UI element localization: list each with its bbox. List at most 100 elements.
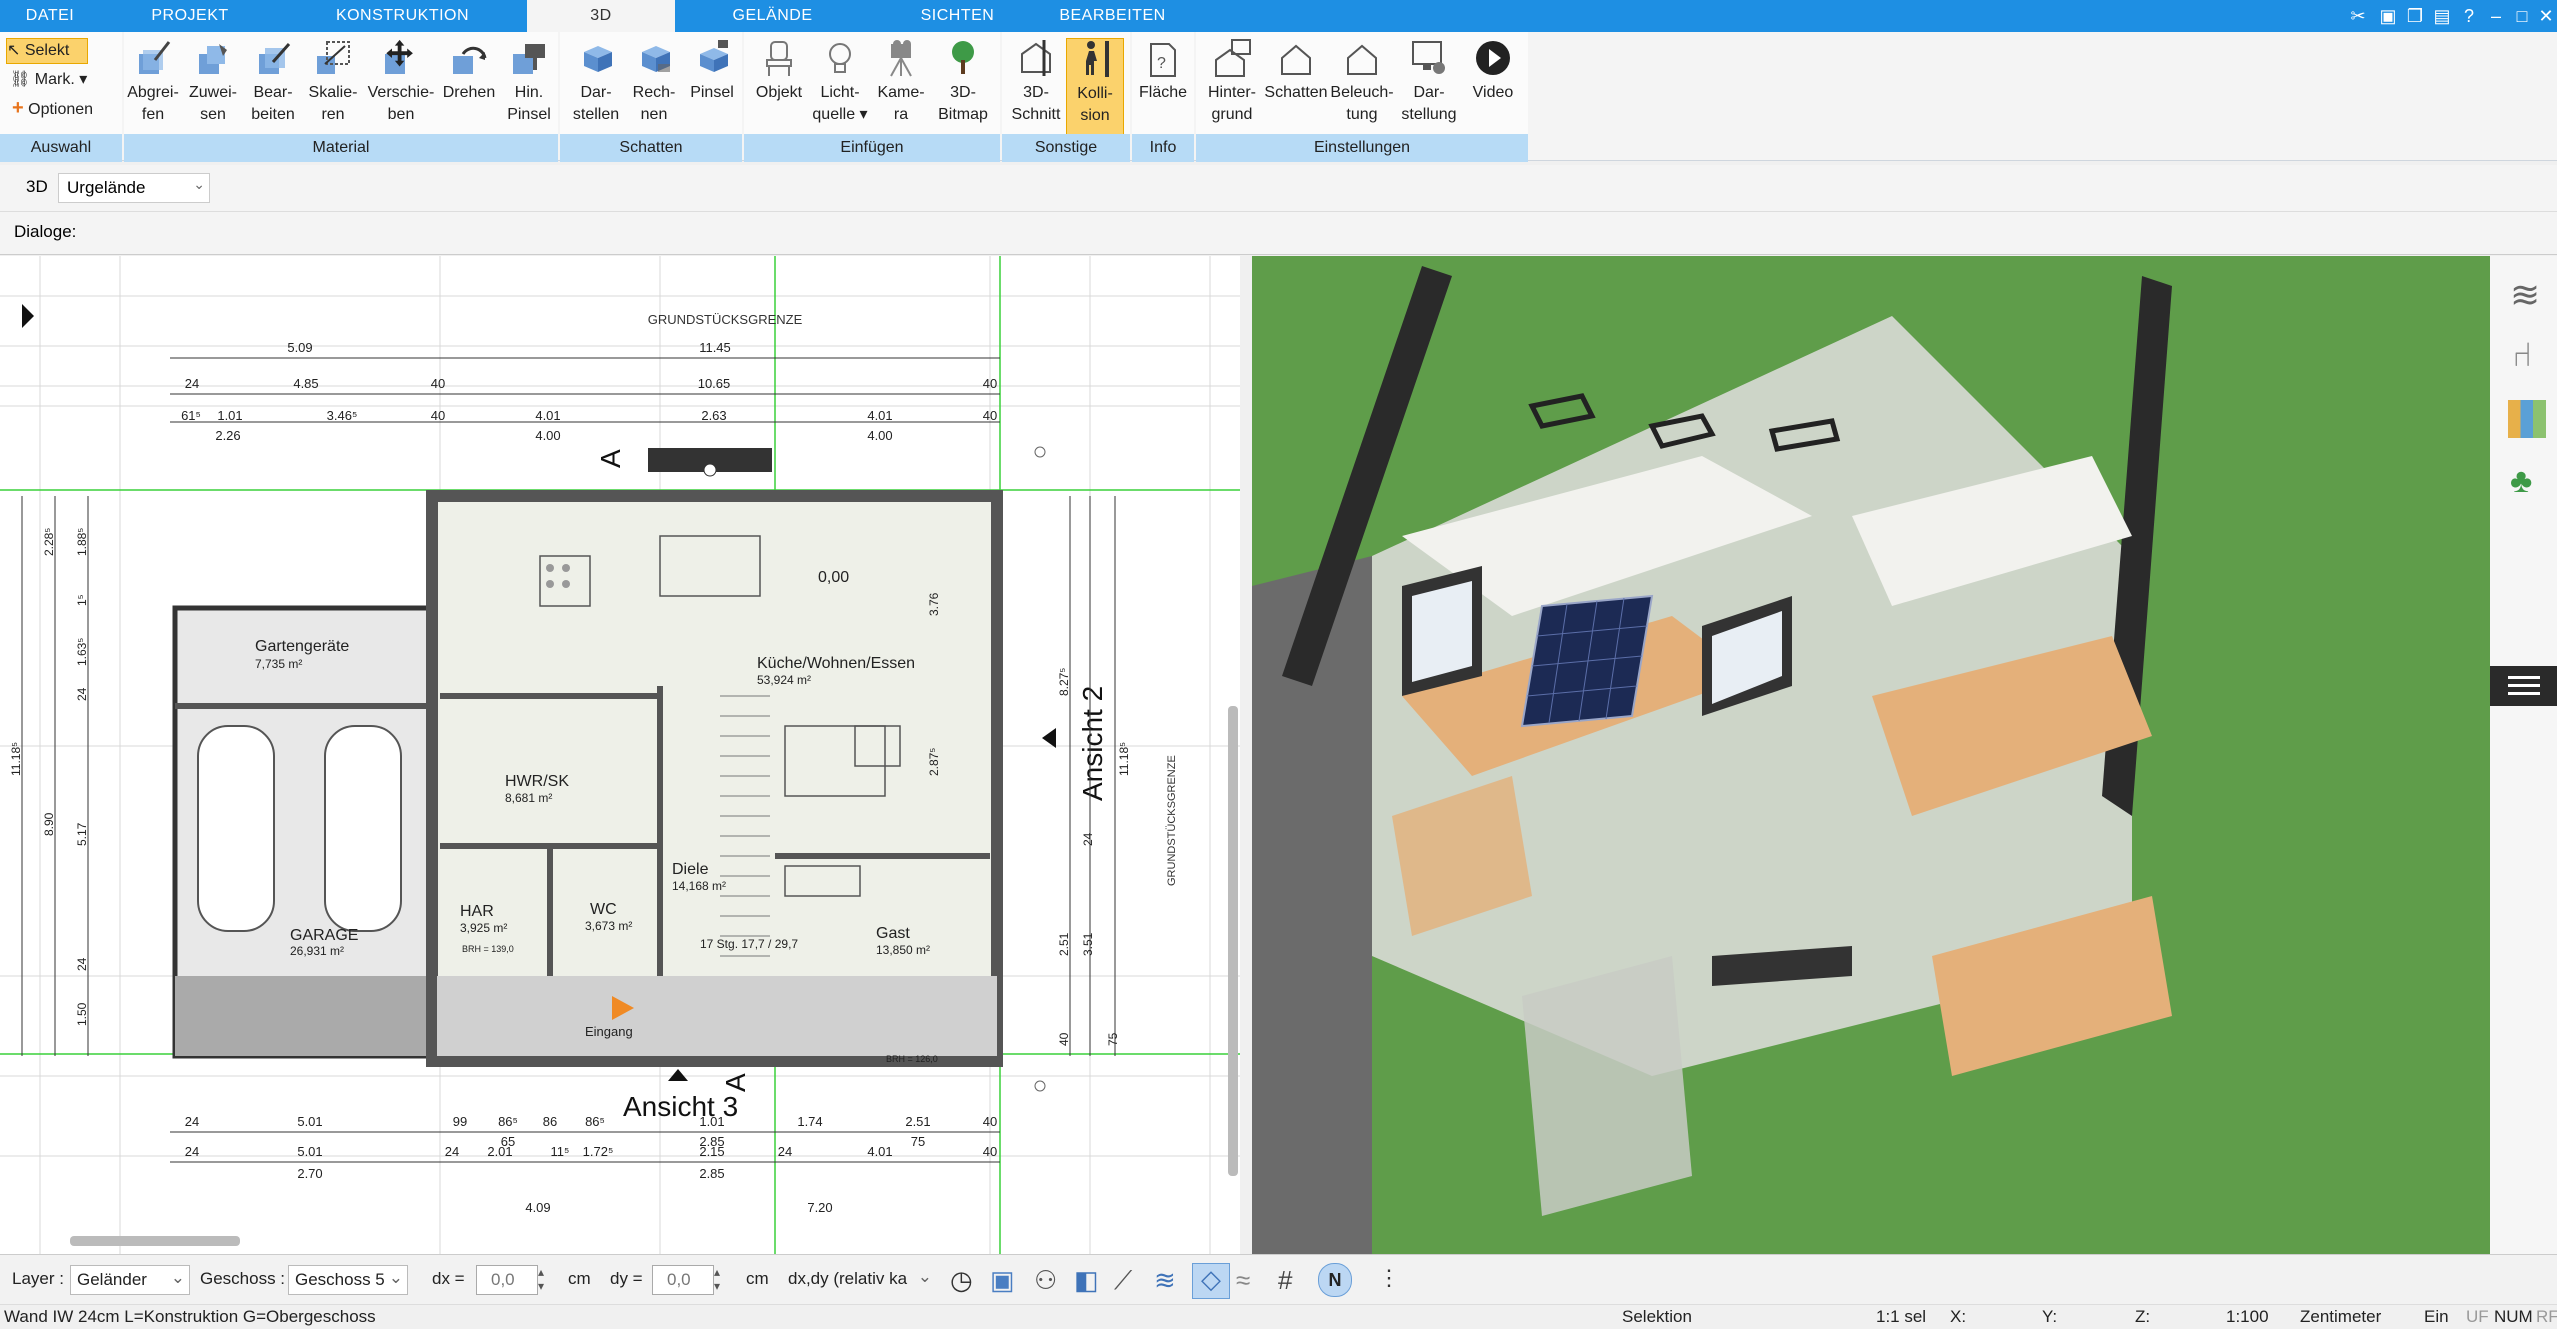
3d-section-button[interactable]: 3D- Schnitt — [1006, 38, 1066, 138]
dim-left: 2.28⁵ — [42, 528, 56, 556]
options-button[interactable]: + Optionen — [12, 96, 93, 120]
dim-top: 24 — [185, 376, 199, 391]
room-name: WC — [590, 901, 617, 918]
section-cut-icon — [1021, 40, 1051, 76]
video-button[interactable]: Video — [1464, 38, 1522, 138]
vertical-scrollbar[interactable] — [1228, 706, 1238, 1176]
layers-icon[interactable]: ≋ — [2510, 274, 2540, 316]
help-icon[interactable]: ? — [2457, 4, 2481, 28]
dim-left: 1.50 — [75, 1002, 89, 1026]
copy-icon[interactable]: ❐ — [2403, 4, 2427, 28]
layer-dropdown[interactable]: Geländer ⌄ — [70, 1265, 190, 1295]
area-button[interactable]: ? Fläche — [1136, 38, 1190, 138]
tab-datei[interactable]: DATEI — [0, 0, 100, 32]
dim-top: 4.00 — [535, 428, 560, 443]
tab-sichten[interactable]: SICHTEN — [870, 0, 1045, 32]
section-label-bottom: A — [720, 1073, 751, 1092]
ruler-icon[interactable]: ⟋ — [1114, 1265, 1132, 1297]
3d-view[interactable] — [1252, 256, 2490, 1254]
assign-material-button[interactable]: Zuwei-sen — [184, 38, 242, 138]
north-icon[interactable]: N — [1318, 1263, 1352, 1297]
view-2-label: Ansicht 2 — [1077, 686, 1108, 801]
dim-bottom: 2.85 — [699, 1166, 724, 1181]
window-icon[interactable]: ▣ — [2376, 4, 2400, 28]
calc-shadow-button[interactable]: Rech-nen — [626, 38, 682, 138]
lightbulb-icon — [829, 43, 851, 73]
status-uf: UF — [2466, 1307, 2489, 1326]
section-label-top: A — [595, 449, 626, 468]
garage-floor — [175, 976, 437, 1056]
shadow-settings-button[interactable]: Schatten — [1264, 38, 1328, 138]
mark-button[interactable]: ⛓ Mark. ▾ — [10, 68, 87, 92]
minimize-icon[interactable]: – — [2484, 4, 2508, 28]
object-button[interactable]: Objekt — [750, 38, 808, 138]
chair-icon[interactable]: ⑁ — [2512, 336, 2532, 375]
shadow-brush-button[interactable]: Pinsel — [684, 38, 740, 138]
dialog-bar: Dialoge: — [0, 212, 2557, 255]
dy-stepper[interactable]: ▴ ▾ — [714, 1265, 720, 1293]
dim-bottom: 99 — [453, 1114, 467, 1129]
camera-button[interactable]: Kame-ra — [872, 38, 930, 138]
plane-icon[interactable]: ◇ — [1192, 1263, 1230, 1299]
close-icon[interactable]: ✕ — [2534, 4, 2557, 28]
grid-icon[interactable]: # — [1278, 1265, 1292, 1296]
collision-button[interactable]: Kolli-sion — [1066, 38, 1124, 140]
3d-bitmap-button[interactable]: 3D- Bitmap — [932, 38, 994, 138]
shadow-brush-icon — [700, 40, 728, 72]
tab-bearbeiten[interactable]: BEARBEITEN — [1045, 0, 1180, 32]
dim-top: 4.01 — [535, 408, 560, 423]
status-mode: Selektion — [1622, 1307, 1692, 1326]
dx-stepper[interactable]: ▴ ▾ — [538, 1265, 544, 1293]
menu-handle[interactable] — [2490, 666, 2557, 706]
camera-icon — [890, 40, 912, 77]
cube-icon[interactable]: ◧ — [1074, 1265, 1099, 1296]
move-material-button[interactable]: Verschie-ben — [364, 38, 438, 138]
people-icon[interactable]: ⚇ — [1034, 1265, 1057, 1296]
dy-label: dy = — [610, 1269, 643, 1288]
expand-arrow-icon[interactable] — [22, 304, 34, 328]
materials-icon[interactable] — [2508, 400, 2546, 438]
dim-bottom: 4.01 — [867, 1144, 892, 1159]
restore-icon[interactable]: □ — [2510, 4, 2534, 28]
dim-left: 24 — [75, 957, 89, 971]
background-button[interactable]: Hinter-grund — [1202, 38, 1262, 138]
monitor-icon[interactable]: ▣ — [990, 1265, 1015, 1296]
tab-gelaende[interactable]: GELÄNDE — [675, 0, 870, 32]
status-x: X: — [1950, 1307, 1967, 1326]
more-icon[interactable]: ⋮ — [1378, 1265, 1400, 1291]
show-shadow-button[interactable]: Dar-stellen — [568, 38, 624, 138]
dy-input[interactable]: 0,0 — [652, 1265, 714, 1295]
tools-icon[interactable]: ✂ — [2346, 4, 2370, 28]
pick-material-button[interactable]: Abgrei-fen — [124, 38, 182, 138]
dx-input[interactable]: 0,0 — [476, 1265, 538, 1295]
edit-material-button[interactable]: Bear-beiten — [244, 38, 302, 138]
tree-icon[interactable]: ♣ — [2510, 462, 2532, 501]
rotate-material-button[interactable]: Drehen — [440, 38, 498, 138]
brush-button[interactable]: Hin. Pinsel — [500, 38, 558, 138]
move-icon — [385, 39, 413, 74]
tab-3d[interactable]: 3D — [527, 0, 675, 32]
dim-top: 5.09 — [287, 340, 312, 355]
group-label-auswahl: Auswahl — [0, 134, 122, 162]
clock-icon[interactable]: ◷ — [950, 1265, 973, 1296]
terrain-dropdown[interactable]: Urgelände ⌄ — [58, 173, 210, 203]
group-label-einfuegen: Einfügen — [744, 134, 1000, 162]
floor-plan-view[interactable]: GRUNDSTÜCKSGRENZE 5.09 11.45 24 4.85 40 … — [0, 256, 1240, 1254]
lighting-button[interactable]: Beleuch-tung — [1330, 38, 1394, 138]
tab-konstruktion[interactable]: KONSTRUKTION — [280, 0, 525, 32]
chevron-down-icon: ⌄ — [388, 1268, 403, 1287]
display-button[interactable]: Dar-stellung — [1396, 38, 1462, 138]
chevron-down-icon: ⌄ — [193, 176, 205, 192]
layers-icon[interactable]: ≋ — [1154, 1265, 1176, 1296]
area-icon: ? — [1150, 43, 1176, 77]
floor-dropdown[interactable]: Geschoss 5 ⌄ — [288, 1265, 408, 1295]
room-name: Gartengeräte — [255, 638, 349, 655]
select-button[interactable]: ↖ Selekt — [6, 38, 88, 64]
coord-mode-dropdown[interactable]: dx,dy (relativ ka ⌄ — [782, 1265, 932, 1293]
horizontal-scrollbar[interactable] — [70, 1236, 240, 1246]
surface-icon[interactable]: ≈ — [1236, 1265, 1250, 1296]
scale-material-button[interactable]: Skalie-ren — [304, 38, 362, 138]
tab-projekt[interactable]: PROJEKT — [100, 0, 280, 32]
open-icon[interactable]: ▤ — [2430, 4, 2454, 28]
light-source-button[interactable]: Licht-quelle ▾ — [810, 38, 870, 138]
